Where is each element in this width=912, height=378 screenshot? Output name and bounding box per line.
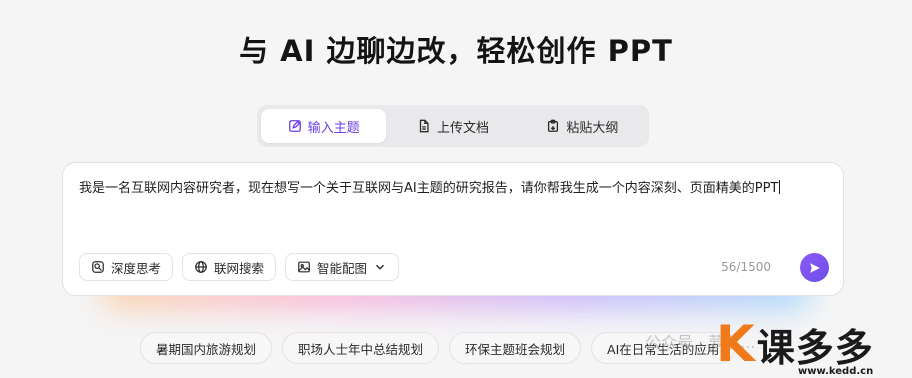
tab-label: 上传文档: [436, 120, 489, 136]
chevron-down-icon: [376, 264, 385, 270]
send-button[interactable]: [800, 253, 829, 282]
tab-upload-document[interactable]: 上传文档: [390, 109, 515, 143]
globe-icon: [195, 261, 207, 273]
prompt-box: 我是一名互联网内容研究者，现在想写一个关于互联网与AI主题的研究报告，请你帮我生…: [62, 162, 844, 296]
chip-label: 联网搜索: [214, 260, 265, 276]
paste-icon: [548, 119, 559, 132]
chip-label: 智能配图: [317, 260, 368, 276]
suggestion-chip[interactable]: 环保主题班会规划: [449, 332, 582, 364]
page-title: 与 AI 边聊边改，轻松创作 PPT: [239, 34, 673, 68]
options-bar: 深度思考 联网搜索 智能配图: [79, 253, 400, 281]
send-icon: [809, 262, 820, 273]
edit-icon: [288, 120, 301, 132]
tab-label: 粘贴大纲: [566, 120, 619, 136]
prompt-input[interactable]: 我是一名互联网内容研究者，现在想写一个关于互联网与AI主题的研究报告，请你帮我生…: [79, 178, 819, 199]
suggestion-chip[interactable]: 暑期国内旅游规划: [140, 332, 273, 364]
char-counter: 56/1500: [721, 260, 771, 274]
input-mode-tabs: 输入主题 上传文档 粘贴大纲: [257, 105, 649, 147]
brain-icon: [92, 261, 104, 273]
deep-think-button[interactable]: 深度思考: [79, 253, 174, 281]
kedd-logo: K 课多多 www.kedd.cn: [716, 315, 912, 377]
logo-letter: K: [716, 315, 755, 373]
tab-paste-outline[interactable]: 粘贴大纲: [520, 109, 645, 143]
image-config-dropdown[interactable]: 智能配图: [285, 253, 400, 281]
suggestion-chip[interactable]: 职场人士年中总结规划: [282, 332, 440, 364]
chip-label: 深度思考: [111, 260, 162, 276]
web-search-button[interactable]: 联网搜索: [182, 253, 277, 281]
image-icon: [298, 261, 310, 273]
document-icon: [419, 119, 429, 133]
logo-url: www.kedd.cn: [798, 366, 874, 377]
logo-text: 课多多: [756, 325, 874, 370]
prompt-text: 我是一名互联网内容研究者，现在想写一个关于互联网与AI主题的研究报告，请你帮我生…: [79, 181, 779, 196]
tab-input-topic[interactable]: 输入主题: [261, 109, 387, 143]
text-caret: [779, 180, 781, 194]
tab-label: 输入主题: [307, 120, 360, 136]
